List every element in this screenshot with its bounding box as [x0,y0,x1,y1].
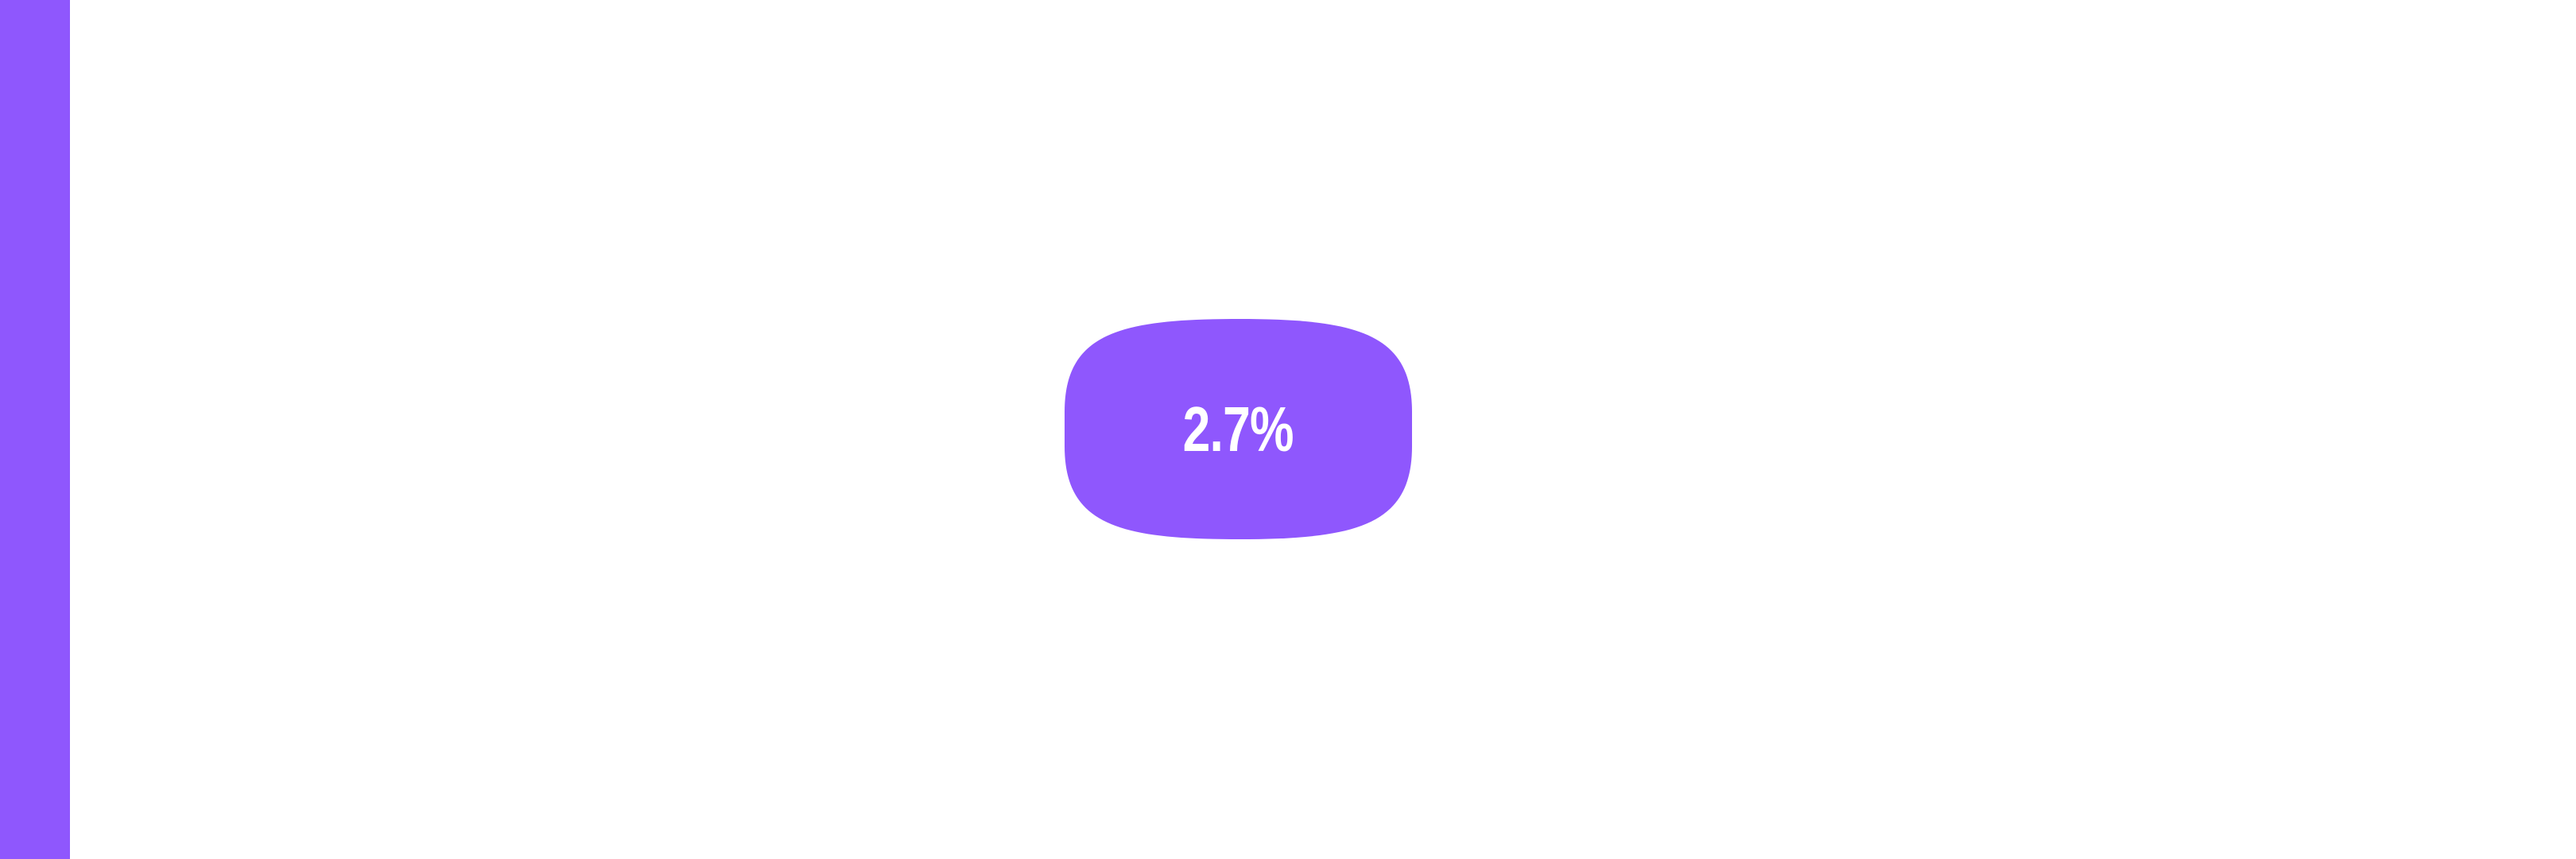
page: 2.7% [0,0,2576,859]
left-accent-bar [0,0,70,859]
percentage-badge: 2.7% [1065,319,1412,539]
badge-value: 2.7% [1182,393,1294,464]
